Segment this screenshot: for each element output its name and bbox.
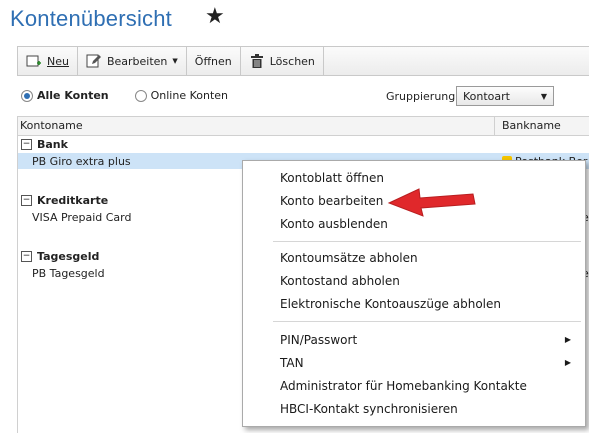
group-row-credit-card[interactable]: − Kreditkarte (18, 193, 108, 208)
menu-item-label: Administrator für Homebanking Kontakte (280, 378, 527, 393)
submenu-arrow-icon: ▶ (564, 358, 571, 367)
toolbar: Neu Bearbeiten ▼ Öffnen Löschen (17, 46, 589, 76)
column-header-account-name[interactable]: Kontoname (20, 119, 83, 132)
edit-pencil-icon (86, 53, 102, 69)
menu-item-label: TAN (280, 355, 304, 370)
delete-button[interactable]: Löschen (241, 47, 324, 75)
all-accounts-label: Alle Konten (37, 89, 109, 102)
online-accounts-label: Online Konten (150, 89, 229, 102)
menu-item-homebanking-contacts[interactable]: Administrator für Homebanking Kontakte (243, 375, 585, 396)
group-label: Kreditkarte (37, 194, 109, 207)
menu-separator (273, 321, 581, 322)
collapse-icon[interactable]: − (21, 195, 32, 206)
menu-item-fetch-transactions[interactable]: Kontoumsätze abholen (243, 247, 585, 268)
menu-item-fetch-statements[interactable]: Elektronische Kontoauszüge abholen (243, 293, 585, 314)
edit-button[interactable]: Bearbeiten ▼ (78, 47, 187, 75)
open-button[interactable]: Öffnen (187, 47, 241, 75)
grouping-select-value: Kontoart (463, 89, 510, 103)
group-label: Bank (37, 138, 68, 151)
menu-item-label: Konto ausblenden (280, 216, 388, 231)
chevron-down-icon: ▼ (540, 91, 547, 101)
submenu-arrow-icon: ▶ (564, 335, 571, 344)
open-button-label: Öffnen (194, 54, 232, 68)
menu-item-fetch-balance[interactable]: Kontostand abholen (243, 270, 585, 291)
menu-separator (273, 241, 581, 242)
group-row-bank[interactable]: − Bank (18, 137, 68, 152)
online-accounts-radio[interactable] (134, 89, 147, 102)
edit-button-label: Bearbeiten (106, 54, 168, 68)
table-header: Kontoname Bankname (18, 116, 589, 136)
grouping-label: Gruppierung (386, 90, 456, 103)
menu-item-hbci-sync[interactable]: HBCI-Kontakt synchronisieren (243, 398, 585, 419)
menu-item-label: Kontostand abholen (280, 273, 400, 288)
menu-item-label: PIN/Passwort (280, 332, 358, 347)
edit-dropdown-icon[interactable]: ▼ (172, 57, 177, 65)
column-divider[interactable] (494, 117, 495, 135)
collapse-icon[interactable]: − (21, 139, 32, 150)
group-label: Tagesgeld (37, 250, 100, 263)
group-row-daily-money[interactable]: − Tagesgeld (18, 249, 99, 264)
favorite-star-icon[interactable]: ★ (205, 4, 225, 29)
menu-item-label: Konto bearbeiten (280, 193, 384, 208)
menu-item-label: HBCI-Kontakt synchronisieren (280, 401, 458, 416)
menu-item-label: Kontoblatt öffnen (280, 170, 384, 185)
account-name-cell: PB Tagesgeld (32, 266, 105, 280)
new-account-icon (26, 53, 42, 69)
menu-item-tan[interactable]: TAN ▶ (243, 352, 585, 373)
account-filter: Alle Konten Online Konten (21, 89, 228, 102)
column-header-bank-name[interactable]: Bankname (502, 119, 561, 132)
page-title: Kontenübersicht (10, 6, 172, 31)
menu-item-pin-password[interactable]: PIN/Passwort ▶ (243, 329, 585, 350)
account-name-cell: PB Giro extra plus (32, 154, 131, 168)
account-name-cell: VISA Prepaid Card (32, 210, 132, 224)
menu-item-label: Kontoumsätze abholen (280, 250, 418, 265)
new-button-label: Neu (47, 54, 69, 68)
menu-item-label: Elektronische Kontoauszüge abholen (280, 296, 501, 311)
grouping-select[interactable]: Kontoart ▼ (456, 86, 554, 106)
annotation-arrow-icon (387, 188, 476, 217)
trash-icon (249, 53, 265, 69)
collapse-icon[interactable]: − (21, 251, 32, 262)
delete-button-label: Löschen (269, 54, 315, 68)
menu-item-open-account-sheet[interactable]: Kontoblatt öffnen (243, 167, 585, 188)
new-button[interactable]: Neu (17, 47, 78, 75)
all-accounts-radio[interactable] (21, 89, 33, 102)
